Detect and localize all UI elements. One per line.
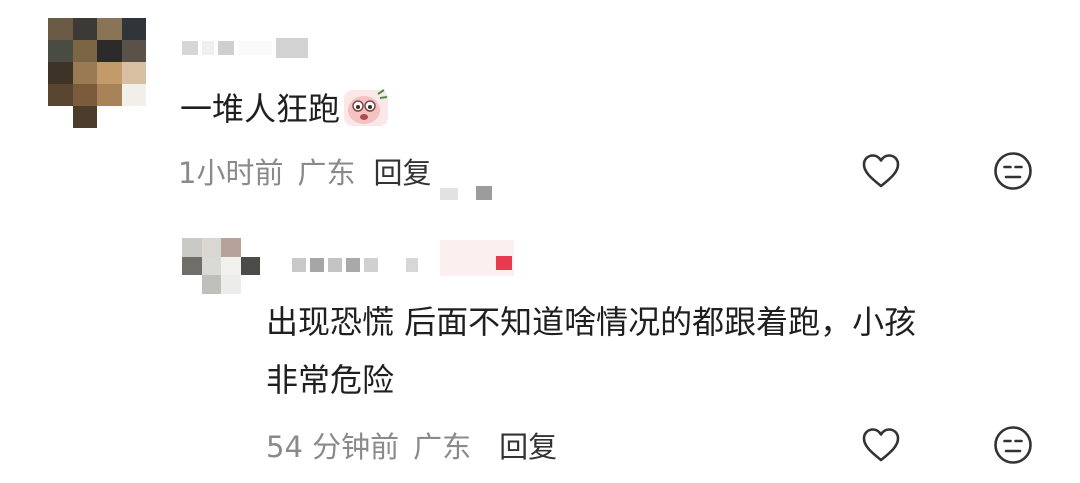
heart-icon <box>862 154 900 188</box>
reply-body-line: 出现恐慌 后面不知道啥情况的都跟着跑，小孩 <box>266 303 917 341</box>
pixel-artifact <box>440 188 458 200</box>
replier-username[interactable] <box>292 258 418 272</box>
reply-time: 54 分钟前 <box>266 430 400 464</box>
heart-icon <box>862 428 900 462</box>
meh-face-icon <box>994 426 1032 464</box>
reply-button[interactable]: 回复 <box>499 430 557 464</box>
dislike-button[interactable] <box>988 420 1038 470</box>
comment-location: 广东 <box>297 156 356 190</box>
sticker-emoji <box>344 89 389 126</box>
comment-meta: 1小时前 广东 回复 <box>178 150 431 192</box>
commenter-username[interactable] <box>182 38 308 58</box>
reply-button[interactable]: 回复 <box>373 156 431 190</box>
author-badge-dot <box>496 256 512 270</box>
reply-body: 出现恐慌 后面不知道啥情况的都跟着跑，小孩 非常危险 <box>266 300 1056 402</box>
reply-meta: 54 分钟前 广东 回复 <box>266 424 557 466</box>
pixel-artifact <box>476 186 492 200</box>
like-button[interactable] <box>856 420 906 470</box>
meh-face-icon <box>994 152 1032 190</box>
reply-body-line: 非常危险 <box>266 361 395 399</box>
commenter-avatar[interactable] <box>48 18 146 128</box>
comment-time: 1小时前 <box>178 156 284 190</box>
comment-body: 一堆人狂跑 <box>180 86 390 131</box>
dislike-button[interactable] <box>988 146 1038 196</box>
like-button[interactable] <box>856 146 906 196</box>
reply-location: 广东 <box>413 430 472 464</box>
replier-avatar[interactable] <box>182 238 260 294</box>
